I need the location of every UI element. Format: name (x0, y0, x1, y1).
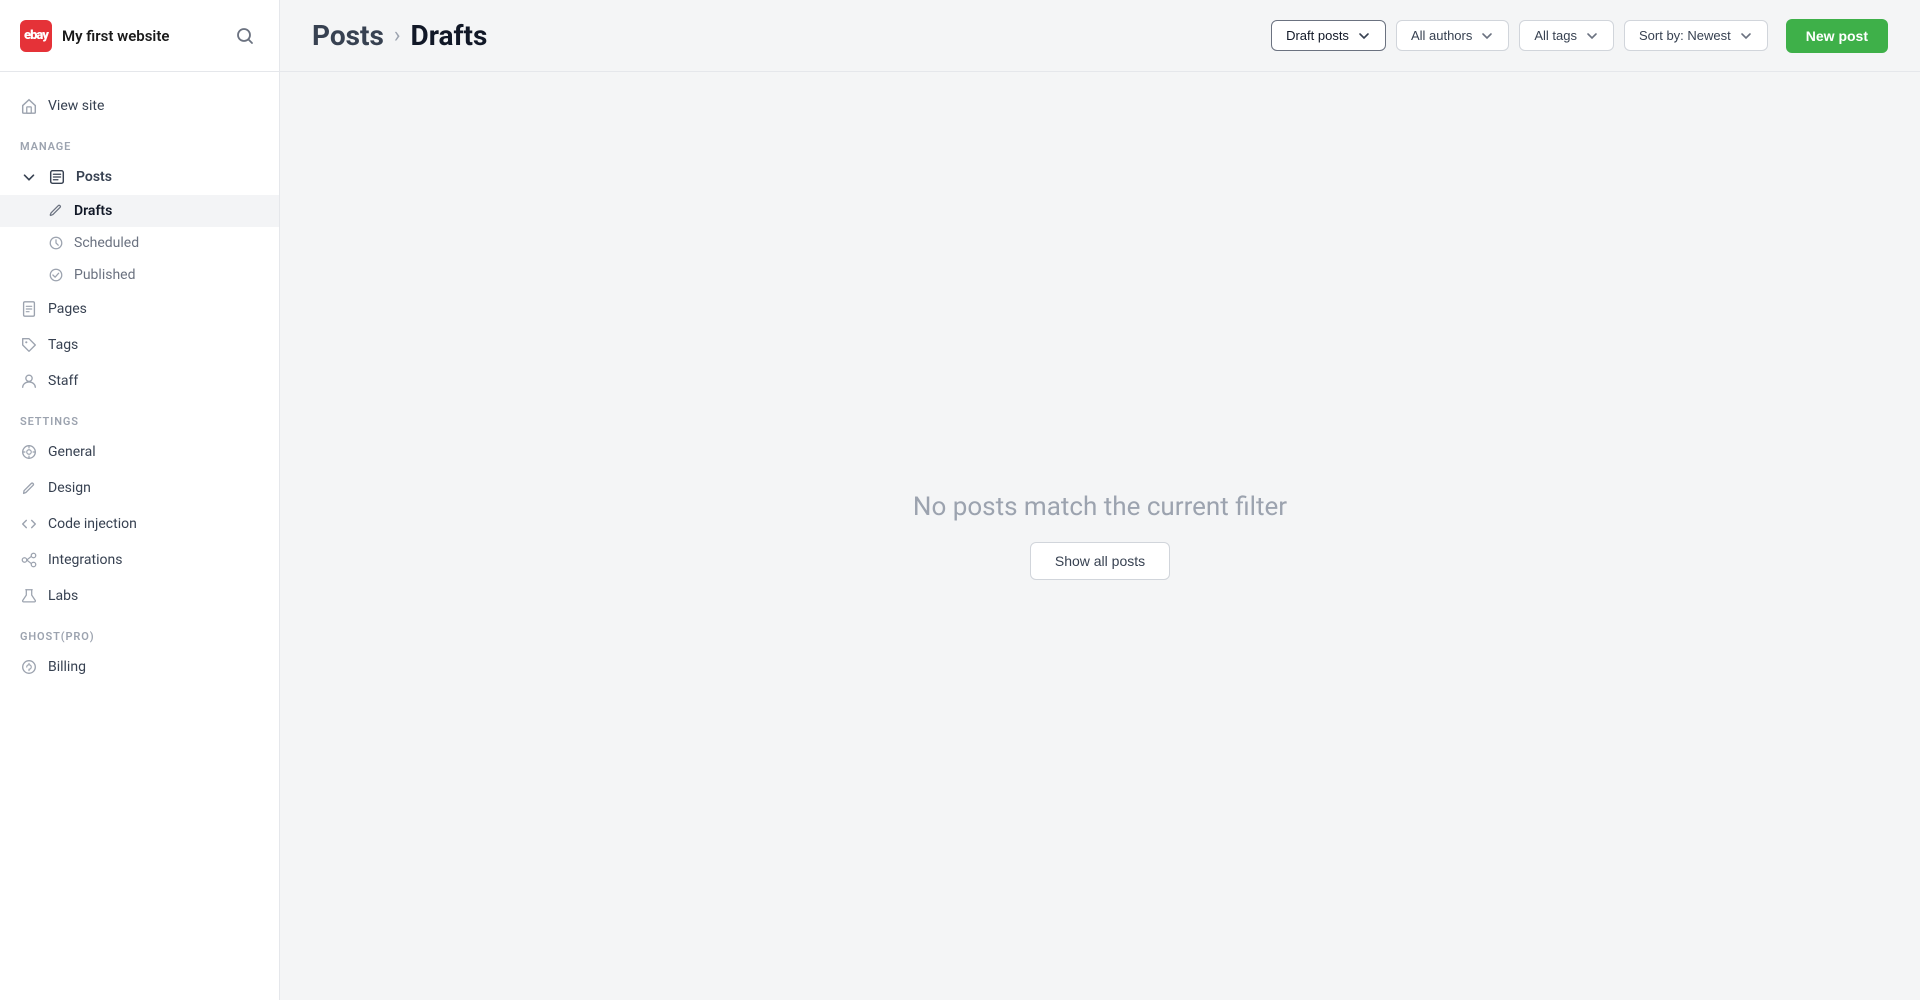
all-authors-filter[interactable]: All authors (1396, 20, 1509, 51)
site-name: My first website (62, 27, 169, 45)
sidebar-item-staff[interactable]: Staff (0, 363, 279, 399)
chevron-down-icon (1357, 29, 1371, 43)
sidebar-item-design[interactable]: Design (0, 470, 279, 506)
sidebar-item-drafts[interactable]: Drafts (0, 195, 279, 227)
empty-state-message: No posts match the current filter (913, 492, 1287, 522)
chevron-down-icon (1480, 29, 1494, 43)
sidebar-item-labs[interactable]: Labs (0, 578, 279, 614)
breadcrumb-current: Drafts (411, 19, 488, 52)
home-icon (20, 97, 38, 115)
sidebar-item-integrations[interactable]: Integrations (0, 542, 279, 578)
labs-icon (20, 587, 38, 605)
manage-section-label: MANAGE (0, 124, 279, 159)
general-icon (20, 443, 38, 461)
sidebar-item-billing[interactable]: Billing (0, 649, 279, 685)
search-icon (235, 26, 255, 46)
sort-filter[interactable]: Sort by: Newest (1624, 20, 1768, 51)
settings-section-label: SETTINGS (0, 399, 279, 434)
sidebar: ebay My first website View site MANAGE (0, 0, 280, 1000)
sidebar-item-scheduled[interactable]: Scheduled (0, 227, 279, 259)
code-icon (20, 515, 38, 533)
tags-icon (20, 336, 38, 354)
sidebar-item-pages[interactable]: Pages (0, 291, 279, 327)
sidebar-item-general[interactable]: General (0, 434, 279, 470)
draft-posts-filter[interactable]: Draft posts (1271, 20, 1386, 51)
drafts-icon (48, 203, 64, 219)
sidebar-item-view-site[interactable]: View site (0, 88, 279, 124)
topbar: Posts › Drafts Draft posts All authors A… (280, 0, 1920, 72)
chevron-down-icon (20, 168, 38, 186)
topbar-actions: Draft posts All authors All tags Sort by… (1271, 19, 1888, 53)
breadcrumb-arrow: › (394, 23, 401, 48)
sidebar-nav: View site MANAGE Posts (0, 72, 279, 1000)
billing-icon (20, 658, 38, 676)
sidebar-item-published[interactable]: Published (0, 259, 279, 291)
scheduled-icon (48, 235, 64, 251)
breadcrumb-posts: Posts (312, 19, 384, 52)
staff-icon (20, 372, 38, 390)
sidebar-item-code-injection[interactable]: Code injection (0, 506, 279, 542)
brand: ebay My first website (20, 20, 169, 52)
ghost-pro-section-label: GHOST(PRO) (0, 614, 279, 649)
show-all-posts-button[interactable]: Show all posts (1030, 542, 1170, 580)
sidebar-item-posts[interactable]: Posts (0, 159, 279, 195)
sidebar-header: ebay My first website (0, 0, 279, 72)
chevron-down-icon (1585, 29, 1599, 43)
posts-subnav: Drafts Scheduled Publish (0, 195, 279, 291)
search-button[interactable] (231, 22, 259, 50)
breadcrumb: Posts › Drafts (312, 19, 487, 52)
published-icon (48, 267, 64, 283)
design-icon (20, 479, 38, 497)
content-area: No posts match the current filter Show a… (280, 72, 1920, 1000)
pages-icon (20, 300, 38, 318)
integrations-icon (20, 551, 38, 569)
main-content: Posts › Drafts Draft posts All authors A… (280, 0, 1920, 1000)
all-tags-filter[interactable]: All tags (1519, 20, 1614, 51)
ebay-logo: ebay (20, 20, 52, 52)
posts-icon (48, 168, 66, 186)
chevron-down-icon (1739, 29, 1753, 43)
new-post-button[interactable]: New post (1786, 19, 1888, 53)
sidebar-item-tags[interactable]: Tags (0, 327, 279, 363)
